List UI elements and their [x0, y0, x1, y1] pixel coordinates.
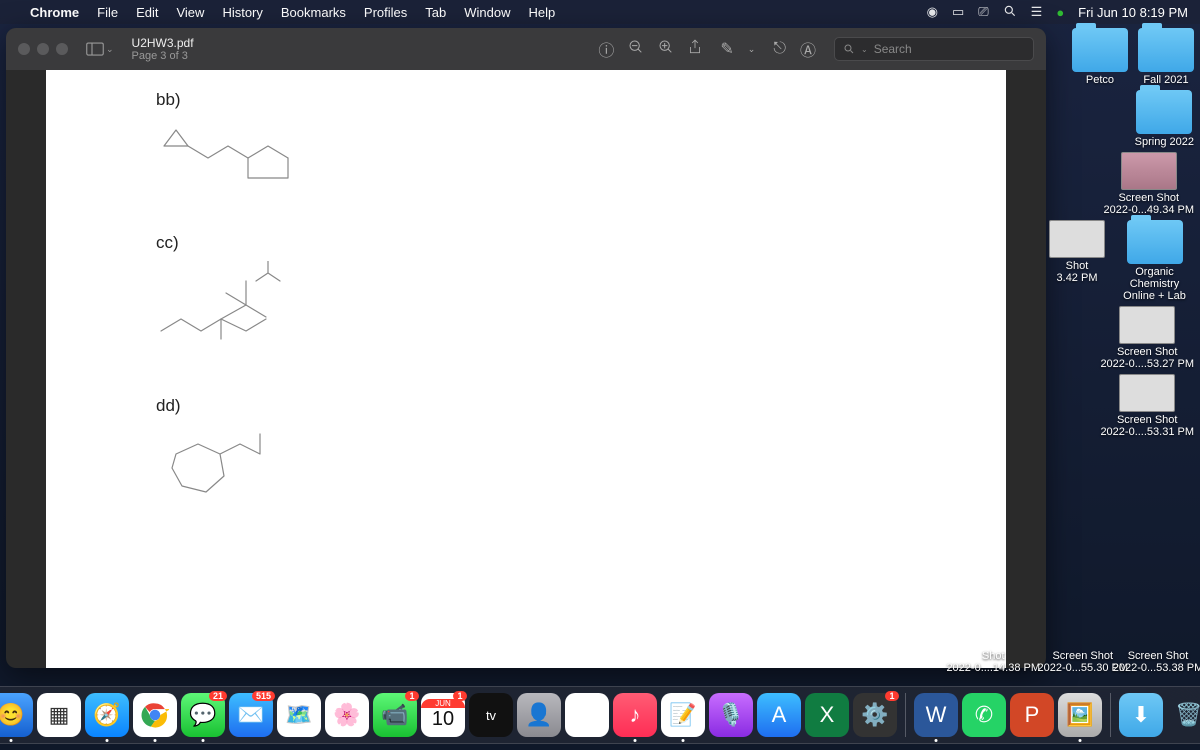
menubar: Chrome File Edit View History Bookmarks … [0, 0, 1200, 24]
whatsapp-icon[interactable]: ✆ [962, 693, 1006, 737]
appstore-icon[interactable]: A [757, 693, 801, 737]
screenshot-4[interactable]: Screen Shot2022-0....53.31 PM [1100, 374, 1194, 438]
grammarly-icon[interactable]: ◉ [927, 4, 938, 20]
excel-icon[interactable]: X [805, 693, 849, 737]
folder-organic-chem[interactable]: Organic Chemistry Online + Lab [1115, 220, 1194, 302]
minimize-button[interactable] [37, 43, 49, 55]
maps-icon[interactable]: 🗺️ [277, 693, 321, 737]
menu-bookmarks[interactable]: Bookmarks [281, 5, 346, 20]
app-name[interactable]: Chrome [30, 5, 79, 20]
search-placeholder: Search [874, 42, 912, 56]
screenshot-7-label[interactable]: Screen Shot2022-0...53.38 PM [1108, 650, 1200, 674]
markup-icon[interactable]: ✎ [720, 39, 733, 59]
window-title: U2HW3.pdf Page 3 of 3 [132, 36, 194, 62]
info-icon[interactable]: ⓘ [598, 37, 614, 61]
close-button[interactable] [18, 43, 30, 55]
screenshot-1[interactable]: Screen Shot2022-0...49.34 PM [1103, 152, 1194, 216]
word-icon[interactable]: W [914, 693, 958, 737]
sidebar-toggle[interactable]: ⌄ [86, 42, 114, 56]
photos-icon[interactable]: 🌸 [325, 693, 369, 737]
chevron-down-icon[interactable]: ⌄ [748, 44, 756, 55]
calendar-icon[interactable]: JUN 10 1 [421, 693, 465, 737]
dock-separator-2 [1110, 693, 1111, 737]
menu-view[interactable]: View [176, 5, 204, 20]
document-page: bb) cc) dd) [46, 70, 1006, 668]
share-icon[interactable] [688, 39, 702, 60]
screenshot-2[interactable]: Shot3.42 PM [1049, 220, 1105, 302]
finder-icon[interactable]: 😊 [0, 693, 33, 737]
structure-cc [156, 261, 316, 351]
menu-help[interactable]: Help [529, 5, 556, 20]
screenshot-3[interactable]: Screen Shot2022-0....53.27 PM [1100, 306, 1194, 370]
zoom-in-icon[interactable] [658, 39, 674, 60]
menu-history[interactable]: History [222, 5, 262, 20]
menu-edit[interactable]: Edit [136, 5, 158, 20]
menu-profiles[interactable]: Profiles [364, 5, 407, 20]
settings-icon[interactable]: ⚙️1 [853, 693, 897, 737]
control-center-icon[interactable]: ☰ [1031, 4, 1043, 20]
highlight-icon[interactable]: Ⓐ [800, 37, 816, 61]
structure-dd [156, 424, 296, 504]
battery-icon[interactable]: ▭ [952, 4, 964, 20]
preview-toolbar: ⌄ U2HW3.pdf Page 3 of 3 ⓘ ✎ ⌄ ⎋ Ⓐ ⌄ [6, 28, 1046, 70]
dock-separator [905, 693, 906, 737]
status-dot-icon[interactable]: ● [1056, 5, 1064, 20]
zoom-button[interactable] [56, 43, 68, 55]
folder-petco[interactable]: Petco [1072, 28, 1128, 86]
structure-bb [156, 118, 316, 188]
facetime-icon[interactable]: 📹1 [373, 693, 417, 737]
page-indicator: Page 3 of 3 [132, 50, 194, 62]
clock[interactable]: Fri Jun 10 8:19 PM [1078, 5, 1188, 20]
preview-dock-icon[interactable]: 🖼️ [1058, 693, 1102, 737]
messages-icon[interactable]: 💬21 [181, 693, 225, 737]
safari-icon[interactable]: 🧭 [85, 693, 129, 737]
folder-fall-2021[interactable]: Fall 2021 [1138, 28, 1194, 86]
mail-icon[interactable]: ✉️515 [229, 693, 273, 737]
screenshot-5-label[interactable]: Shot2022-0....14.38 PM [946, 650, 1040, 674]
problem-cc: cc) [156, 233, 896, 356]
zoom-out-icon[interactable] [628, 39, 644, 60]
reminders-icon[interactable]: ☰ [565, 693, 609, 737]
folder-spring-2022[interactable]: Spring 2022 [1135, 90, 1194, 148]
menu-tab[interactable]: Tab [425, 5, 446, 20]
search-input[interactable]: ⌄ Search [834, 37, 1034, 61]
document-name: U2HW3.pdf [132, 36, 194, 50]
problem-dd: dd) [156, 396, 896, 509]
notes-icon[interactable]: 📝 [661, 693, 705, 737]
dock: 😊 ▦ 🧭 💬21 ✉️515 🗺️ 🌸 📹1 JUN 10 1 tv 👤 ☰ … [0, 686, 1200, 744]
chrome-icon[interactable] [133, 693, 177, 737]
downloads-icon[interactable]: ⬇ [1119, 693, 1163, 737]
podcasts-icon[interactable]: 🎙️ [709, 693, 753, 737]
contacts-icon[interactable]: 👤 [517, 693, 561, 737]
window-controls [18, 43, 68, 55]
trash-icon[interactable]: 🗑️ [1167, 693, 1200, 737]
problem-bb: bb) [156, 90, 896, 193]
screen-mirror-icon[interactable]: ⎚ [978, 4, 988, 20]
spotlight-icon[interactable] [1003, 4, 1017, 21]
rotate-icon[interactable]: ⎋ [773, 40, 786, 58]
desktop-icons: Petco Fall 2021 Spring 2022 Screen Shot2… [1049, 28, 1194, 438]
powerpoint-icon[interactable]: P [1010, 693, 1054, 737]
menu-file[interactable]: File [97, 5, 118, 20]
appletv-icon[interactable]: tv [469, 693, 513, 737]
launchpad-icon[interactable]: ▦ [37, 693, 81, 737]
preview-window: ⌄ U2HW3.pdf Page 3 of 3 ⓘ ✎ ⌄ ⎋ Ⓐ ⌄ [6, 28, 1046, 668]
music-icon[interactable]: ♪ [613, 693, 657, 737]
menu-window[interactable]: Window [464, 5, 510, 20]
